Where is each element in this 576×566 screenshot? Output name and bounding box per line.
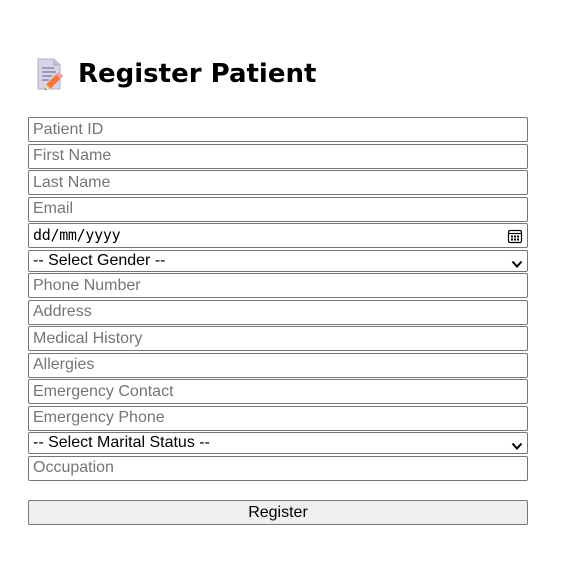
page-header: Register Patient bbox=[34, 55, 316, 93]
calendar-icon[interactable] bbox=[507, 228, 523, 244]
allergies-field[interactable] bbox=[28, 352, 528, 378]
first-name-field[interactable] bbox=[28, 143, 528, 169]
marital-status-select[interactable]: -- Select Marital Status -- bbox=[28, 432, 528, 454]
emergency-contact-field[interactable] bbox=[28, 379, 528, 404]
last-name-field[interactable] bbox=[28, 170, 528, 195]
date-of-birth-display: dd/mm/yyyy bbox=[33, 226, 121, 244]
phone-number-field[interactable] bbox=[28, 273, 528, 298]
marital-status-select-value: -- Select Marital Status -- bbox=[33, 434, 210, 451]
memo-icon bbox=[34, 57, 66, 91]
chevron-down-icon bbox=[511, 438, 523, 450]
chevron-down-icon bbox=[511, 256, 523, 268]
page-title: Register Patient bbox=[78, 59, 317, 89]
occupation-field[interactable] bbox=[28, 455, 528, 481]
gender-select[interactable]: -- Select Gender -- bbox=[28, 249, 528, 272]
medical-history-field[interactable] bbox=[28, 326, 528, 351]
register-button[interactable]: Register bbox=[28, 500, 528, 525]
gender-select-value: -- Select Gender -- bbox=[33, 251, 166, 269]
email-field[interactable] bbox=[28, 196, 528, 222]
date-of-birth-field[interactable]: dd/mm/yyyy bbox=[28, 223, 528, 248]
register-patient-form: dd/mm/yyyy -- Select Gender -- bbox=[28, 117, 528, 482]
emergency-phone-field[interactable] bbox=[28, 405, 528, 431]
patient-id-field[interactable] bbox=[28, 117, 528, 142]
address-field[interactable] bbox=[28, 299, 528, 325]
